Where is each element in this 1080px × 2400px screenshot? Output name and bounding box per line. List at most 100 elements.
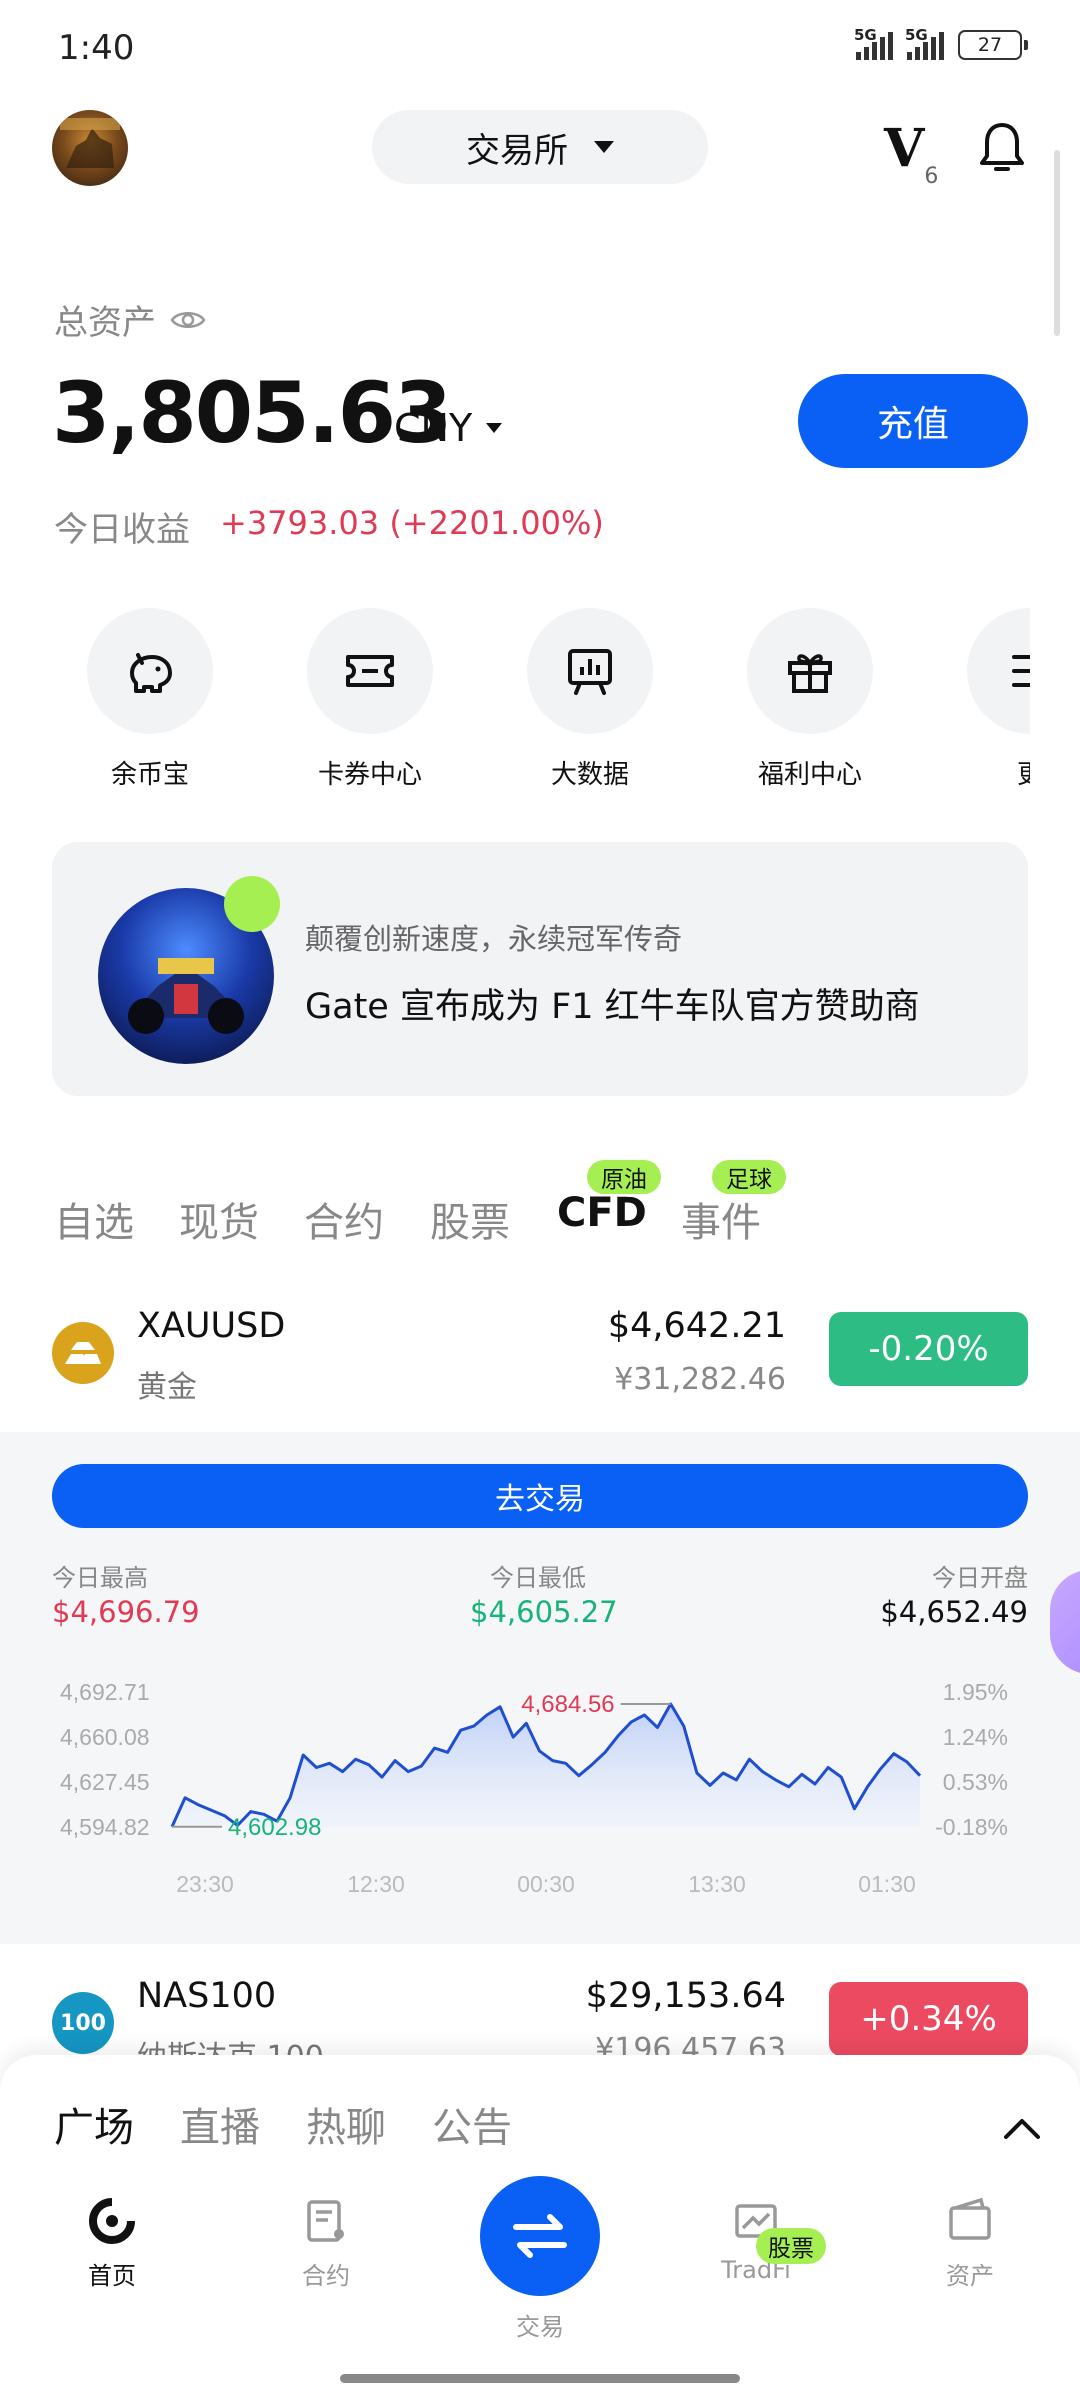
shortcut-label: 更 — [1016, 760, 1030, 788]
tab-square[interactable]: 广场 — [54, 2095, 134, 2153]
stat-label: 今日最高 — [52, 1564, 148, 1592]
shortcut-big-data[interactable]: 大数据 — [500, 608, 680, 788]
row-symbol: NAS100 — [137, 1976, 277, 2016]
tab-watchlist[interactable]: 自选 — [54, 1190, 134, 1248]
shortcut-more[interactable]: 更 — [940, 608, 1030, 788]
nav-label: 资产 — [946, 2262, 994, 2290]
contract-icon — [307, 2200, 344, 2242]
vip-letter: V — [884, 118, 925, 179]
network-type: 5G — [854, 26, 877, 44]
y-tick-label: 4,627.45 — [60, 1769, 150, 1795]
nav-assets[interactable]: 资产 — [890, 2196, 1050, 2291]
x-tick-label: 13:30 — [688, 1871, 746, 1897]
home-icon — [89, 2198, 135, 2244]
promo-banner[interactable]: 颠覆创新速度，永续冠军传奇 Gate 宣布成为 F1 红牛车队官方赞助商 — [52, 842, 1028, 1096]
tab-futures[interactable]: 合约 — [304, 1190, 384, 1248]
stat-value: $4,696.79 — [52, 1595, 200, 1629]
vip-level: 6 — [924, 164, 939, 190]
nas100-icon: 100 — [52, 1992, 114, 2054]
exchange-selector[interactable]: 交易所 — [372, 110, 708, 184]
tab-announcements[interactable]: 公告 — [432, 2095, 512, 2153]
banner-badge-dot — [224, 876, 280, 932]
y-tick-label: 4,594.82 — [60, 1814, 150, 1840]
home-indicator — [340, 2374, 740, 2383]
change-badge[interactable]: +0.34% — [829, 1982, 1028, 2056]
list-item[interactable]: XAUUSD 黄金 $4,642.21 ¥31,282.46 -0.20% — [0, 1290, 1080, 1420]
tab-spot[interactable]: 现货 — [179, 1190, 259, 1248]
row-symbol: XAUUSD — [137, 1306, 286, 1346]
deposit-button[interactable]: 充值 — [798, 374, 1028, 468]
total-assets-label: 总资产 — [54, 295, 206, 344]
avatar[interactable] — [52, 110, 128, 186]
shortcut-row: 余币宝 卡券中心 大数据 福利中心 更 — [0, 608, 1030, 788]
y-tick-label: 4,692.71 — [60, 1679, 150, 1705]
bell-icon[interactable] — [978, 120, 1026, 176]
y-tick-label-pct: 1.24% — [943, 1724, 1008, 1750]
row-price: $4,642.21 — [607, 1306, 786, 1346]
shortcut-label: 福利中心 — [757, 760, 862, 788]
vip-badge[interactable]: V6 — [884, 118, 938, 189]
x-tick-label: 00:30 — [517, 1871, 575, 1897]
today-pnl-value: +3793.03 (+2201.00%) — [220, 504, 604, 542]
market-tabs: 自选 现货 合约 股票 CFD 事件 — [54, 1190, 1034, 1250]
tab-stocks[interactable]: 股票 — [430, 1190, 510, 1248]
tab-cfd[interactable]: CFD — [557, 1190, 647, 1236]
stat-value: $4,652.49 — [880, 1595, 1028, 1629]
network-type: 5G — [905, 26, 928, 44]
total-assets-text: 总资产 — [54, 303, 156, 343]
tab-tag-crude-oil: 原油 — [587, 1160, 661, 1194]
chevron-up-icon[interactable] — [1002, 2113, 1042, 2143]
chart-board-icon — [568, 649, 612, 695]
signal-icon: 5G — [852, 26, 893, 60]
shortcut-label: 卡券中心 — [317, 760, 422, 788]
max-annotation: 4,684.56 — [521, 1691, 614, 1718]
signal-icon: 5G — [903, 26, 944, 60]
tab-hot-chat[interactable]: 热聊 — [306, 2095, 386, 2153]
go-trade-button[interactable]: 去交易 — [52, 1464, 1028, 1528]
swap-icon — [513, 2214, 567, 2258]
trade-fab-button[interactable] — [480, 2176, 600, 2296]
x-tick-label: 12:30 — [347, 1871, 405, 1897]
eye-icon[interactable] — [170, 308, 206, 332]
expanded-detail: 去交易 今日最高 $4,696.79 今日最低 $4,605.27 今日开盘 $… — [0, 1432, 1080, 1944]
total-assets-value: 3,805.63 — [52, 364, 453, 462]
ticket-icon — [346, 655, 394, 687]
nav-home[interactable]: 首页 — [32, 2196, 192, 2291]
stat-value: $4,605.27 — [470, 1595, 618, 1629]
shortcut-coupons[interactable]: 卡券中心 — [280, 608, 460, 788]
gift-icon — [788, 654, 832, 693]
nav-contracts[interactable]: 合约 — [246, 2196, 406, 2291]
menu-icon — [1012, 655, 1030, 687]
change-badge[interactable]: -0.20% — [829, 1312, 1028, 1386]
price-chart[interactable]: 4,692.71 4,660.08 4,627.45 4,594.82 1.95% 1.2… — [0, 1652, 1080, 1942]
banner-title: Gate 宣布成为 F1 红牛车队官方赞助商 — [305, 987, 920, 1027]
tab-tag-football: 足球 — [712, 1160, 786, 1194]
stat-low: 今日最低 $4,605.27 — [470, 1558, 618, 1629]
top-header: 交易所 V6 — [0, 100, 1080, 200]
tab-live[interactable]: 直播 — [180, 2095, 260, 2153]
stat-open: 今日开盘 $4,652.49 — [880, 1558, 1028, 1629]
nav-label: 交易 — [516, 2313, 564, 2341]
row-name: 黄金 — [137, 1370, 197, 1405]
wallet-icon — [949, 2197, 991, 2240]
battery-level: 27 — [977, 34, 1003, 56]
status-bar: 1:40 5G 5G 27 — [0, 0, 1080, 100]
row-cny-price: ¥31,282.46 — [614, 1362, 786, 1397]
currency-label: CNY — [394, 406, 473, 450]
caret-down-icon — [486, 423, 503, 433]
stat-high: 今日最高 $4,696.79 — [52, 1558, 200, 1629]
exchange-label: 交易所 — [466, 130, 568, 171]
row-price: $29,153.64 — [585, 1976, 786, 2016]
currency-selector[interactable]: CNY — [394, 406, 503, 450]
status-icons: 5G 5G 27 — [852, 26, 1028, 60]
shortcut-rewards[interactable]: 福利中心 — [720, 608, 900, 788]
status-time: 1:40 — [58, 28, 135, 68]
gold-bar-icon — [52, 1322, 114, 1384]
scrollbar — [1054, 150, 1060, 336]
x-tick-label: 01:30 — [858, 1871, 916, 1897]
shortcut-savings[interactable]: 余币宝 — [60, 608, 240, 788]
nav-label: 合约 — [302, 2262, 350, 2290]
nav-label: 首页 — [88, 2262, 136, 2290]
shortcut-label: 大数据 — [550, 760, 629, 788]
tab-events[interactable]: 事件 — [681, 1190, 761, 1248]
